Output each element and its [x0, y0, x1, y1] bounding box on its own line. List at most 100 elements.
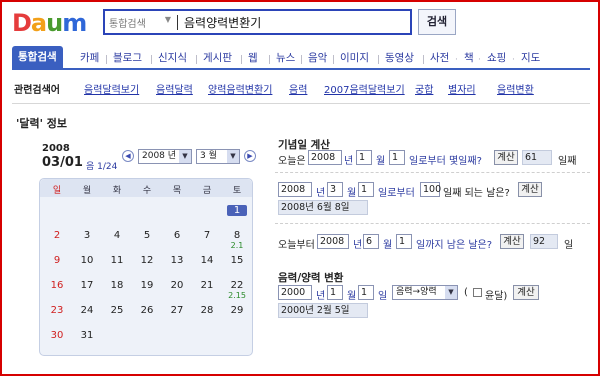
- tab-blog[interactable]: 블로그: [113, 50, 142, 70]
- related-link[interactable]: 2007음력달력보기: [324, 81, 405, 96]
- tab-divider: |: [105, 55, 109, 65]
- calendar-day[interactable]: 14: [192, 255, 222, 266]
- tab-divider: ·: [478, 55, 481, 65]
- convert-day-input[interactable]: 1: [358, 285, 374, 300]
- anniv2-days-input[interactable]: 100: [420, 182, 441, 197]
- calendar-day[interactable]: 29: [222, 305, 252, 316]
- convert-calc-button[interactable]: 계산: [513, 285, 539, 300]
- calendar-day[interactable]: 1: [227, 205, 247, 216]
- anniv2-calc-button[interactable]: 계산: [518, 182, 542, 197]
- calendar-day[interactable]: 9: [42, 255, 72, 266]
- tab-divider: |: [422, 55, 426, 65]
- calendar-day[interactable]: 28: [192, 305, 222, 316]
- anniv3-day-input[interactable]: 1: [396, 234, 412, 249]
- anniv1-year-input[interactable]: 2008: [308, 150, 342, 165]
- calendar-day[interactable]: 13: [162, 255, 192, 266]
- anniv3-month-input[interactable]: 6: [363, 234, 379, 249]
- daum-logo[interactable]: Daum: [12, 9, 87, 37]
- prev-month-icon[interactable]: ◀: [122, 150, 134, 162]
- anniv3-result: 92: [530, 234, 558, 249]
- tab-music[interactable]: 음악: [308, 50, 327, 70]
- related-link[interactable]: 음력: [289, 81, 307, 96]
- anniv2-day-input[interactable]: 1: [358, 182, 374, 197]
- search-scope-label: 통합검색: [109, 19, 146, 30]
- leap-month-checkbox[interactable]: [473, 288, 482, 297]
- calendar-day[interactable]: 19: [132, 280, 162, 291]
- calendar-day[interactable]: 30: [42, 330, 72, 341]
- tab-integrated[interactable]: 통합검색: [12, 46, 63, 70]
- tab-board[interactable]: 게시판: [203, 50, 232, 70]
- next-month-icon[interactable]: ▶: [244, 150, 256, 162]
- leap-month-label: 윤달): [485, 291, 508, 302]
- calendar-day[interactable]: 16: [42, 280, 72, 291]
- calendar-day[interactable]: 8: [222, 230, 252, 241]
- convert-mode-select[interactable]: 음력→양력 ▼: [392, 285, 458, 300]
- month-select[interactable]: 3 월 ▼: [196, 149, 240, 164]
- calendar-day[interactable]: 11: [102, 255, 132, 266]
- calendar-day[interactable]: 23: [42, 305, 72, 316]
- calendar-day[interactable]: 15: [222, 255, 252, 266]
- calendar-day[interactable]: 26: [132, 305, 162, 316]
- search-input[interactable]: 음력양력변환기: [184, 14, 261, 31]
- weekday-label: 화: [112, 186, 122, 196]
- anniv1-month-input[interactable]: 1: [356, 150, 372, 165]
- related-link[interactable]: 음력달력: [156, 81, 193, 96]
- tab-video[interactable]: 동영상: [385, 50, 414, 70]
- calendar-day[interactable]: 10: [72, 255, 102, 266]
- tab-web[interactable]: 웹: [248, 50, 258, 70]
- related-link[interactable]: 별자리: [448, 81, 476, 96]
- calendar-day[interactable]: 20: [162, 280, 192, 291]
- tab-cafe[interactable]: 카페: [80, 50, 99, 70]
- tab-map[interactable]: 지도: [521, 50, 540, 70]
- anniv1-day-input[interactable]: 1: [389, 150, 405, 165]
- calendar-day[interactable]: 2: [42, 230, 72, 241]
- search-button[interactable]: 검색: [418, 9, 456, 35]
- tab-knowledge[interactable]: 신지식: [158, 50, 187, 70]
- tab-divider: |: [332, 55, 336, 65]
- related-link[interactable]: 음력변환: [497, 81, 534, 96]
- calendar-day[interactable]: 27: [162, 305, 192, 316]
- calendar-day[interactable]: 3: [72, 230, 102, 241]
- calendar-day[interactable]: 6: [162, 230, 192, 241]
- calendar-day[interactable]: 12: [132, 255, 162, 266]
- calendar-day[interactable]: 7: [192, 230, 222, 241]
- convert-month-input[interactable]: 1: [327, 285, 343, 300]
- related-link[interactable]: 양력음력변환기: [208, 81, 272, 96]
- anniv2-year-input[interactable]: 2008: [278, 182, 312, 197]
- calendar-day[interactable]: 5: [132, 230, 162, 241]
- calendar-day[interactable]: 22: [222, 280, 252, 291]
- weekday-label: 일: [52, 186, 62, 196]
- calendar-day[interactable]: 24: [72, 305, 102, 316]
- calendar-day[interactable]: 21: [192, 280, 222, 291]
- search-box[interactable]: 통합검색 ▼ 음력양력변환기: [103, 9, 412, 35]
- anniv1-calc-button[interactable]: 계산: [494, 150, 518, 165]
- anniv2-month-input[interactable]: 3: [327, 182, 343, 197]
- anniv3-year-input[interactable]: 2008: [317, 234, 349, 249]
- calendar-day[interactable]: 17: [72, 280, 102, 291]
- anniv3-calc-button[interactable]: 계산: [500, 234, 524, 249]
- related-link[interactable]: 궁합: [415, 81, 433, 96]
- tab-dictionary[interactable]: 사전: [430, 50, 449, 70]
- calendar-day[interactable]: 4: [102, 230, 132, 241]
- calendar-day[interactable]: 18: [102, 280, 132, 291]
- anniv3-prefix: 오늘부터: [278, 240, 315, 251]
- tab-books[interactable]: 책: [464, 50, 474, 70]
- tab-news[interactable]: 뉴스: [276, 50, 295, 70]
- convert-year-input[interactable]: 2000: [278, 285, 312, 300]
- weekday-label: 월: [82, 186, 92, 196]
- convert-day-unit: 일: [378, 291, 388, 302]
- related-searches: 관련검색어 음력달력보기 음력달력 양력음력변환기 음력 2007음력달력보기 …: [12, 78, 590, 98]
- logo-letter-a: a: [30, 9, 47, 37]
- search-scope-select[interactable]: 통합검색 ▼: [109, 15, 173, 30]
- logo-letter-d: D: [12, 9, 32, 37]
- calendar-day[interactable]: 25: [102, 305, 132, 316]
- anniv3-day-unit: 일까지 남은 날은?: [416, 240, 493, 251]
- calendar: 일 월 화 수 목 금 토 1 2 3 4 5 6 7 8 2.1 9 10 11 12 13 14 15 16…: [39, 178, 253, 356]
- convert-mode-value: 음력→양력: [396, 287, 437, 297]
- tab-shopping[interactable]: 쇼핑: [487, 50, 506, 70]
- anniv3-month-unit: 월: [383, 240, 393, 251]
- calendar-day[interactable]: 31: [72, 330, 102, 341]
- year-select[interactable]: 2008 년 ▼: [138, 149, 192, 164]
- related-link[interactable]: 음력달력보기: [84, 81, 139, 96]
- tab-image[interactable]: 이미지: [340, 50, 369, 70]
